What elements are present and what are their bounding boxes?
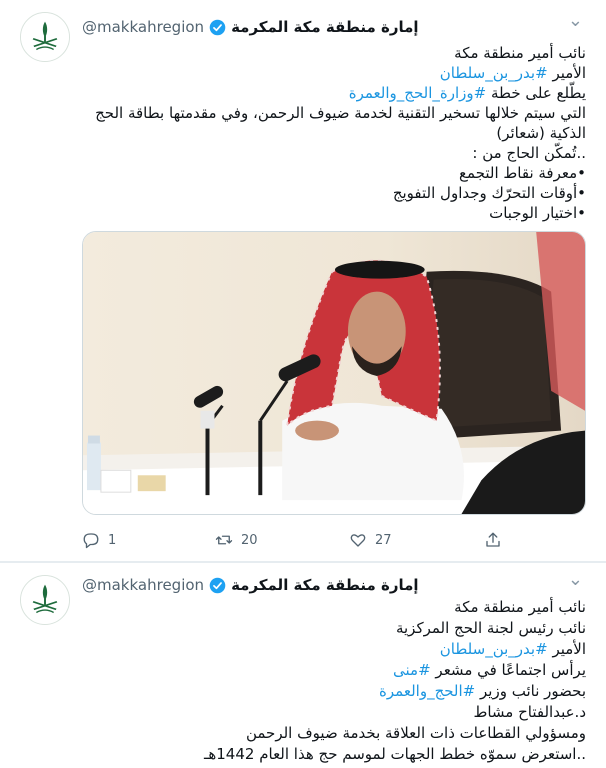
like-button[interactable]: 27	[349, 531, 392, 549]
more-options-icon[interactable]: ⌄	[568, 569, 584, 590]
saudi-emblem-icon	[21, 13, 69, 61]
reply-button[interactable]: 1	[82, 531, 116, 549]
user-handle[interactable]: @makkahregion	[82, 18, 204, 36]
tweet-text: نائب أمير منطقة مكة نائب رئيس لجنة الحج …	[82, 597, 586, 765]
tweet-line: يطّلع على خطة #وزارة_الحج_والعمرة	[348, 84, 586, 102]
avatar[interactable]	[20, 12, 70, 62]
retweet-icon	[215, 535, 233, 545]
tweet-line: الأمير #بدر_بن_سلطان	[439, 64, 586, 82]
tweet-line: يرأس اجتماعًا في مشعر #منى	[393, 661, 586, 679]
tweet-line: نائب أمير منطقة مكة	[454, 44, 586, 62]
saudi-emblem-icon	[21, 576, 69, 624]
tweet-line: ..تُمكّن الحاج من :	[472, 144, 586, 162]
tweet-line: ومسؤولي القطاعات ذات العلاقة بخدمة ضيوف …	[245, 724, 586, 742]
tweet-line: •أوقات التحرّك وجداول التفويج	[392, 184, 586, 202]
like-count: 27	[375, 532, 392, 548]
verified-badge-icon	[209, 19, 226, 36]
tweet-line: بحضور نائب وزير #الحج_والعمرة	[379, 682, 586, 700]
like-icon	[350, 534, 366, 547]
retweet-count: 20	[241, 532, 258, 548]
reply-icon	[83, 533, 99, 549]
hashtag-link[interactable]: #وزارة_الحج_والعمرة	[349, 84, 486, 102]
tweet-line: التي سيتم خلالها تسخير التقنية لخدمة ضيو…	[95, 104, 586, 122]
tweet-text: نائب أمير منطقة مكة الأمير #بدر_بن_سلطان…	[82, 43, 586, 223]
display-name[interactable]: إمارة منطقة مكة المكرمة	[231, 18, 419, 36]
tweet-line: الذكية (شعائر)	[496, 124, 586, 142]
share-button[interactable]	[484, 531, 510, 549]
tweet-line: •اختيار الوجبات	[489, 204, 586, 222]
share-icon	[486, 532, 500, 547]
tweet-line: الأمير #بدر_بن_سلطان	[439, 640, 586, 658]
more-options-icon[interactable]: ⌄	[568, 10, 584, 31]
hashtag-link[interactable]: #بدر_بن_سلطان	[440, 640, 548, 658]
tweet-line: د.عبدالفتاح مشاط	[473, 703, 586, 721]
hashtag-link[interactable]: #منى	[393, 661, 431, 679]
hashtag-link[interactable]: #بدر_بن_سلطان	[440, 64, 548, 82]
tweet-card[interactable]: @makkahregion إمارة منطقة مكة المكرمة ⌄ …	[0, 0, 606, 562]
photo-illustration	[83, 232, 585, 514]
tweet-line: نائب رئيس لجنة الحج المركزية	[395, 619, 586, 637]
tweet-line: •معرفة نقاط التجمع	[459, 164, 586, 182]
user-handle[interactable]: @makkahregion	[82, 576, 204, 594]
display-name[interactable]: إمارة منطقة مكة المكرمة	[231, 576, 419, 594]
verified-badge-icon	[209, 577, 226, 594]
avatar[interactable]	[20, 575, 70, 625]
tweet-card[interactable]: @makkahregion إمارة منطقة مكة المكرمة ⌄ …	[0, 562, 606, 768]
tweet-line: ..استعرض سموّه خطط الجهات لموسم حج هذا ا…	[203, 745, 586, 763]
reply-count: 1	[108, 532, 117, 548]
hashtag-link[interactable]: #الحج_والعمرة	[379, 682, 475, 700]
tweet-photo[interactable]	[82, 231, 586, 515]
tweet-header: @makkahregion إمارة منطقة مكة المكرمة	[82, 16, 586, 38]
tweet-actions: 1 20 27	[82, 530, 512, 550]
retweet-button[interactable]: 20	[215, 531, 258, 549]
tweet-line: نائب أمير منطقة مكة	[454, 598, 586, 616]
tweet-header: @makkahregion إمارة منطقة مكة المكرمة	[82, 574, 586, 596]
